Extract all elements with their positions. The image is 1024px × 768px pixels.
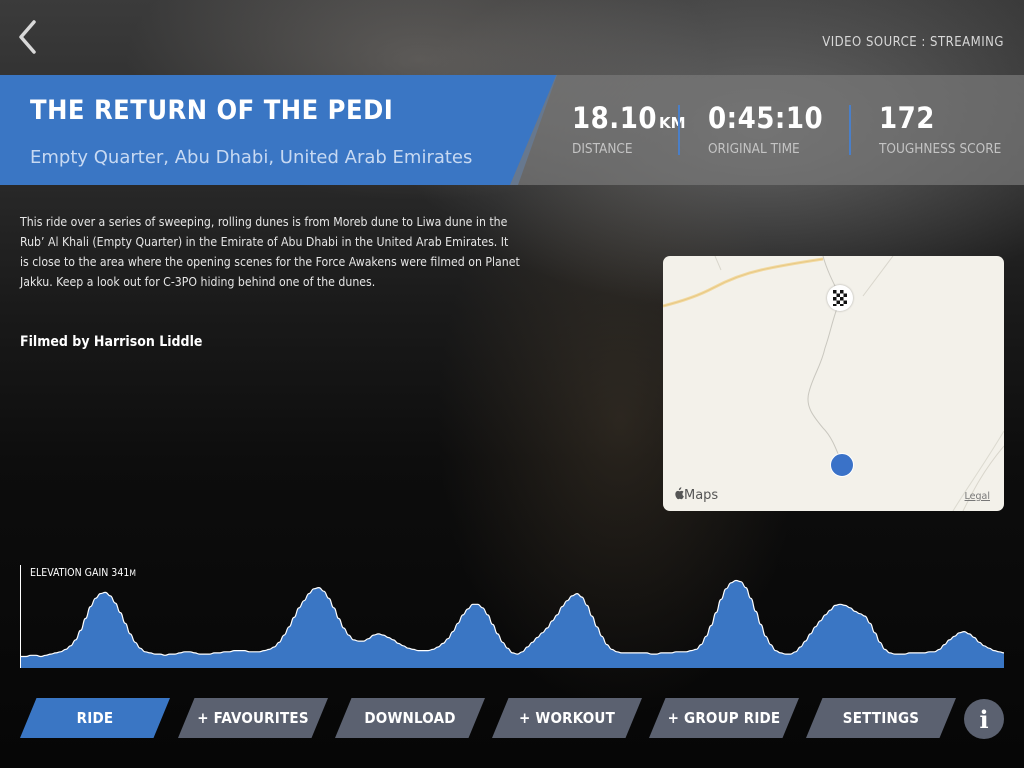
distance-value: 18.10 xyxy=(572,101,658,135)
ride-button-label: RIDE xyxy=(76,709,114,727)
add-workout-label: + WORKOUT xyxy=(519,709,615,727)
stat-original-time: 0:45:10 ORIGINAL TIME xyxy=(708,101,823,157)
stat-divider xyxy=(849,105,851,155)
video-source-label: VIDEO SOURCE : STREAMING xyxy=(822,35,1004,50)
stat-toughness: 172 TOUGHNESS SCORE xyxy=(879,101,1001,157)
info-icon: i xyxy=(979,704,989,734)
add-workout-button[interactable]: + WORKOUT xyxy=(492,698,642,738)
apple-icon xyxy=(675,487,684,500)
filmed-by: Filmed by Harrison Liddle xyxy=(20,334,203,350)
ride-title: THE RETURN OF THE PEDI xyxy=(30,95,394,126)
checkered-flag-icon[interactable] xyxy=(827,285,853,311)
add-group-ride-label: + GROUP RIDE xyxy=(667,709,781,727)
ride-header: THE RETURN OF THE PEDI Empty Quarter, Ab… xyxy=(0,75,1024,185)
maps-brand: Maps xyxy=(673,487,718,503)
score-label: TOUGHNESS SCORE xyxy=(879,141,1002,157)
score-value: 172 xyxy=(879,101,935,135)
time-value: 0:45:10 xyxy=(708,101,824,135)
ride-button[interactable]: RIDE xyxy=(20,698,170,738)
ride-description: This ride over a series of sweeping, rol… xyxy=(20,215,520,289)
add-group-ride-button[interactable]: + GROUP RIDE xyxy=(649,698,799,738)
distance-label: DISTANCE xyxy=(572,141,633,157)
maps-brand-label: Maps xyxy=(684,488,719,503)
legal-link[interactable]: Legal xyxy=(965,491,990,502)
start-location-marker[interactable] xyxy=(830,453,854,477)
download-label: DOWNLOAD xyxy=(364,709,456,727)
title-panel: THE RETURN OF THE PEDI Empty Quarter, Ab… xyxy=(0,75,557,185)
distance-unit: KM xyxy=(659,114,686,132)
add-favourites-button[interactable]: + FAVOURITES xyxy=(178,698,328,738)
back-button[interactable] xyxy=(14,18,42,58)
settings-label: SETTINGS xyxy=(842,709,920,727)
stat-distance: 18.10 KM DISTANCE xyxy=(572,101,686,157)
chevron-left-icon xyxy=(19,20,36,54)
time-label: ORIGINAL TIME xyxy=(708,141,800,157)
add-favourites-label: + FAVOURITES xyxy=(197,709,309,727)
settings-button[interactable]: SETTINGS xyxy=(806,698,956,738)
route-map[interactable]: Maps Legal xyxy=(663,256,1004,511)
download-button[interactable]: DOWNLOAD xyxy=(335,698,485,738)
stat-divider xyxy=(678,105,680,155)
info-button[interactable]: i xyxy=(964,699,1004,739)
ride-location: Empty Quarter, Abu Dhabi, United Arab Em… xyxy=(30,147,473,168)
elevation-profile-chart xyxy=(20,565,1004,668)
